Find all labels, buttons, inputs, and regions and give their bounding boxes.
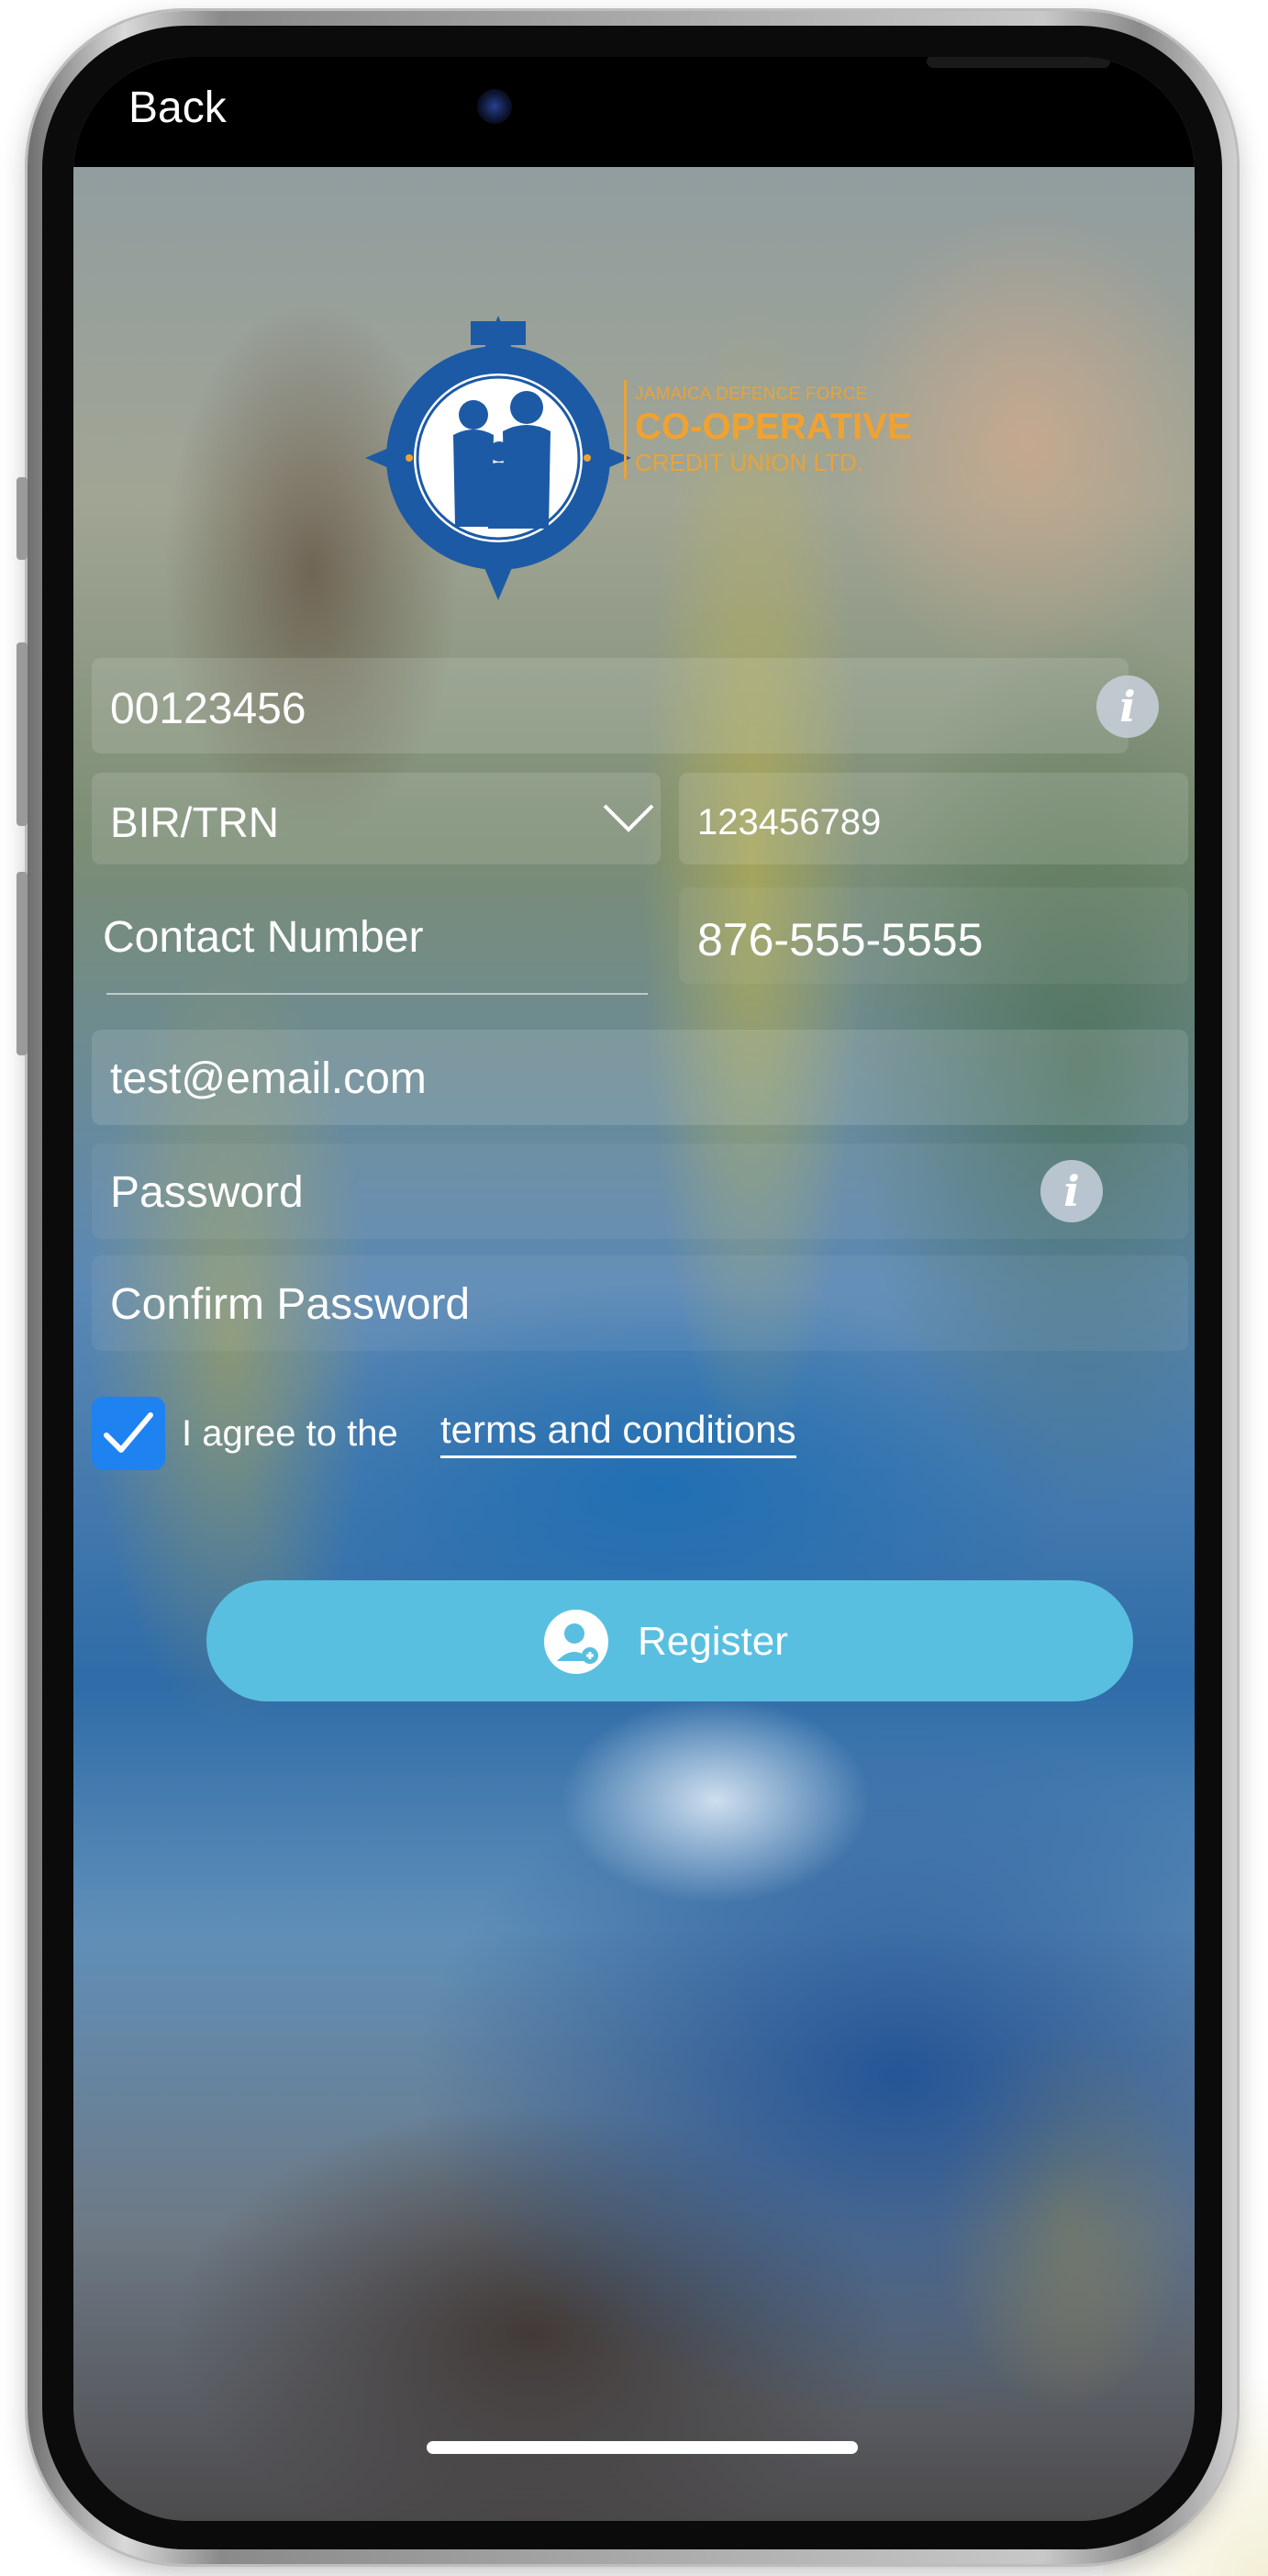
password-info-icon[interactable]: i <box>1040 1160 1103 1222</box>
terms-and-conditions-link[interactable]: terms and conditions <box>440 1408 796 1458</box>
register-label: Register <box>638 1619 788 1664</box>
mute-switch <box>17 477 28 560</box>
password-placeholder: Password <box>110 1168 304 1217</box>
confirm-password-field[interactable]: Confirm Password <box>92 1255 1188 1351</box>
front-camera <box>477 89 512 124</box>
contact-number-label: Contact Number <box>103 913 424 962</box>
chevron-down-icon <box>603 804 654 832</box>
back-button[interactable]: Back <box>128 83 227 133</box>
logo-line-2: CO-OPERATIVE <box>635 407 912 447</box>
home-indicator[interactable] <box>427 2441 858 2454</box>
add-user-icon <box>544 1610 608 1674</box>
id-number-field[interactable]: 123456789 <box>679 773 1188 864</box>
speaker-grille <box>927 57 1110 68</box>
agree-text: I agree to the <box>182 1413 398 1454</box>
account-number-value: 00123456 <box>110 685 306 733</box>
terms-checkbox[interactable] <box>92 1397 165 1470</box>
account-number-field[interactable]: 00123456 <box>92 658 1129 753</box>
volume-down-button <box>17 872 28 1055</box>
contact-label-underline <box>106 993 648 995</box>
logo-line-3: CREDIT UNION LTD. <box>635 449 863 476</box>
id-type-value: BIR/TRN <box>110 798 279 846</box>
register-button[interactable]: Register <box>206 1580 1133 1701</box>
email-value: test@email.com <box>110 1054 427 1103</box>
id-type-select[interactable]: BIR/TRN <box>92 773 661 864</box>
email-field[interactable]: test@email.com <box>92 1030 1188 1125</box>
id-number-value: 123456789 <box>697 802 882 842</box>
logo-line-1: JAMAICA DEFENCE FORCE <box>635 385 868 404</box>
confirm-password-placeholder: Confirm Password <box>110 1280 471 1329</box>
contact-number-value: 876-555-5555 <box>697 914 984 965</box>
volume-up-button <box>17 642 28 826</box>
account-info-icon[interactable]: i <box>1096 675 1159 738</box>
logo-divider <box>624 380 627 479</box>
logo-wordmark: JAMAICA DEFENCE FORCE CO-OPERATIVE CREDI… <box>635 385 912 474</box>
password-field[interactable]: Password <box>92 1143 1188 1239</box>
checkmark-icon <box>104 1412 153 1453</box>
contact-number-field[interactable]: 876-555-5555 <box>679 887 1188 984</box>
app-screen: Back JAMAICA DEFENCE FORCE CO-OPERATIVE … <box>73 57 1195 2521</box>
